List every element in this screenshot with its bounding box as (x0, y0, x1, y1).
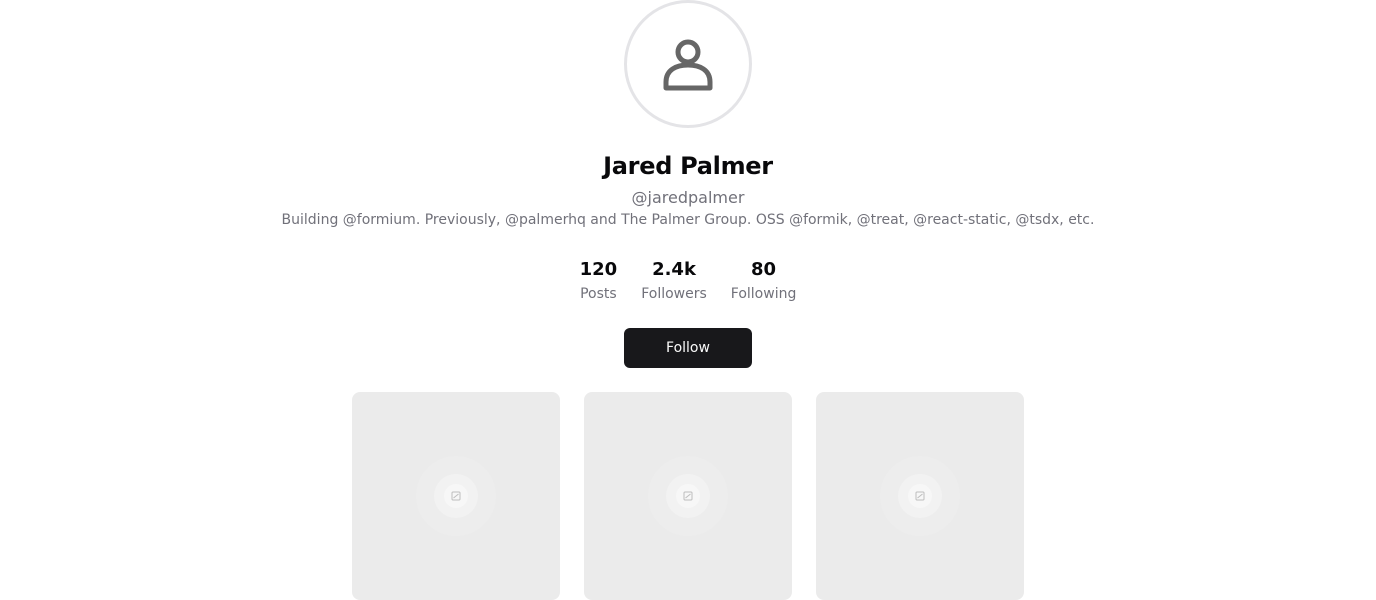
stat-label: Posts (580, 286, 617, 302)
avatar[interactable] (624, 0, 752, 128)
post-tile[interactable] (352, 392, 560, 600)
stat-value: 120 (579, 259, 618, 280)
stat-followers: 2.4k Followers (641, 258, 707, 306)
stat-label: Following (730, 286, 797, 302)
post-tile[interactable] (816, 392, 1024, 600)
image-placeholder-icon (880, 456, 960, 536)
image-placeholder-icon (416, 456, 496, 536)
posts-grid (352, 392, 1024, 600)
post-tile[interactable] (584, 392, 792, 600)
user-icon (663, 39, 713, 91)
follow-button[interactable]: Follow (624, 328, 752, 368)
profile-stats: 120 Posts 2.4k Followers 80 Following (0, 258, 1376, 306)
profile-handle: @jaredpalmer (631, 188, 745, 207)
stat-value: 2.4k (652, 259, 696, 280)
stat-following: 80 Following (731, 258, 797, 306)
stat-value: 80 (751, 259, 777, 280)
profile-bio: Building @formium. Previously, @palmerhq… (281, 212, 1095, 228)
profile-page: Jared Palmer @jaredpalmer Building @form… (0, 0, 1376, 600)
stat-label: Followers (641, 286, 707, 302)
stat-posts: 120 Posts (580, 258, 618, 306)
image-placeholder-icon (648, 456, 728, 536)
profile-name: Jared Palmer (603, 152, 773, 180)
